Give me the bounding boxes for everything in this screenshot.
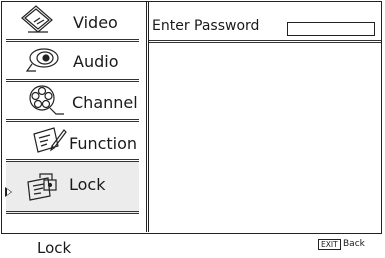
divider — [6, 211, 139, 214]
selection-arrow-icon — [5, 187, 12, 197]
password-input[interactable] — [287, 22, 375, 36]
audio-icon — [24, 44, 64, 76]
sidebar-item-function[interactable]: Function — [6, 122, 139, 162]
lock-icon — [24, 172, 64, 204]
sidebar-item-audio[interactable]: Audio — [6, 42, 139, 82]
sidebar-item-video[interactable]: Video — [6, 2, 139, 42]
sidebar-item-label: Video — [73, 13, 118, 32]
footer-title: Lock — [37, 239, 72, 257]
content-panel: Enter Password — [149, 2, 381, 232]
sidebar-item-channel[interactable]: Channel — [6, 82, 139, 122]
sidebar-item-label: Channel — [72, 93, 138, 112]
divider — [149, 40, 381, 43]
sidebar-item-label: Function — [69, 134, 138, 153]
back-label: Back — [343, 239, 365, 249]
channel-icon — [26, 84, 66, 116]
sidebar-item-label: Audio — [73, 52, 119, 71]
exit-key-icon[interactable]: EXIT — [318, 239, 341, 250]
password-label: Enter Password — [152, 18, 260, 34]
video-icon — [18, 4, 58, 36]
sidebar-item-lock[interactable]: Lock — [6, 162, 139, 214]
sidebar-item-label: Lock — [69, 175, 106, 194]
function-icon — [28, 124, 68, 156]
menu-frame: Video Audio Channel Function Lock Enter … — [1, 1, 382, 234]
sidebar-menu: Video Audio Channel Function Lock — [2, 2, 146, 232]
